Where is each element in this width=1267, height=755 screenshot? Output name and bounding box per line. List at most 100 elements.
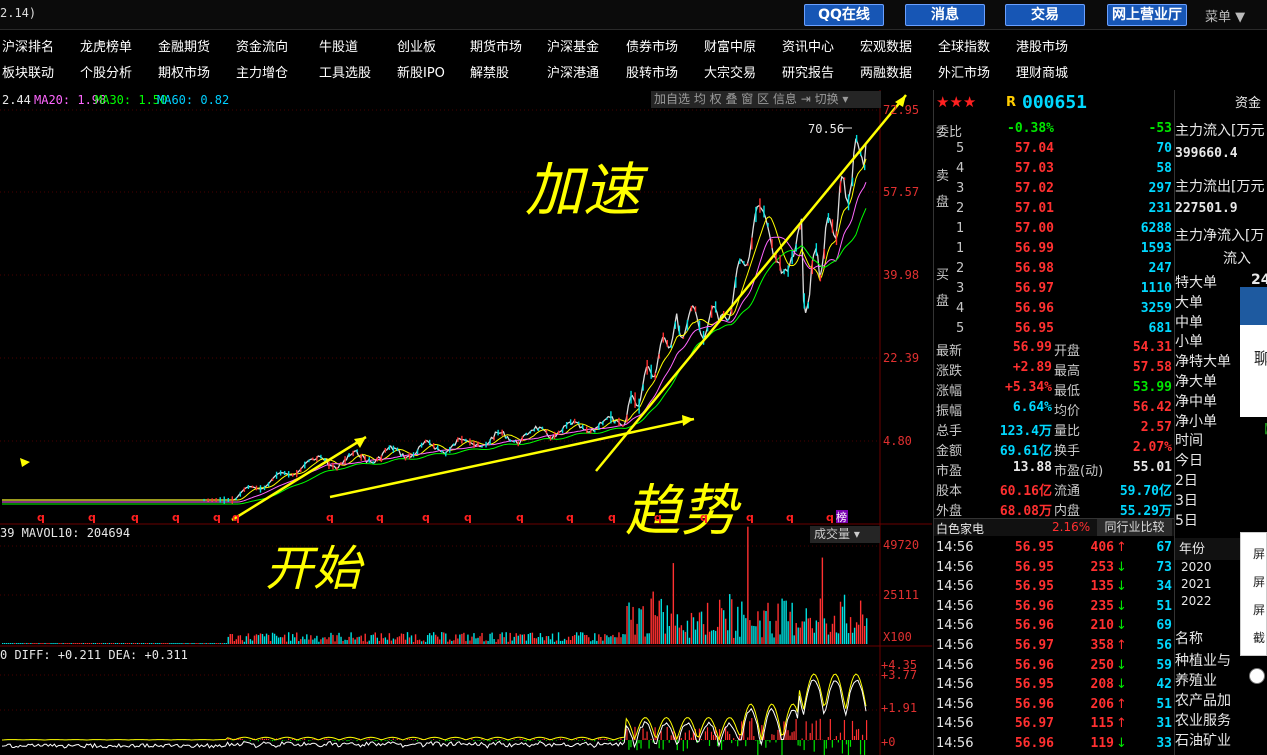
macd-bar xyxy=(608,740,610,741)
context-menu-item[interactable]: 截 xyxy=(1253,629,1265,646)
candle xyxy=(420,442,423,448)
event-marker[interactable]: q xyxy=(326,511,334,524)
event-marker[interactable]: q xyxy=(746,511,754,524)
volume-bar xyxy=(82,643,84,644)
event-marker[interactable]: q xyxy=(88,511,96,524)
macd-bar xyxy=(769,740,771,743)
volume-bar xyxy=(251,640,254,644)
sector-item[interactable]: 石油矿业 xyxy=(1175,730,1231,750)
sector-item[interactable]: 养殖业 xyxy=(1175,670,1217,690)
chart-toolbar[interactable]: 加自选 均 权 叠 窗 区 信息 ⇥ 切换 ▾ xyxy=(651,91,881,108)
volume-indicator-select[interactable]: 成交量 ▾ xyxy=(810,526,880,543)
nav-item[interactable]: 工具选股 xyxy=(319,62,371,81)
nav-item[interactable]: 期货市场 xyxy=(470,36,522,55)
trade-button[interactable]: 交易 xyxy=(1005,4,1085,26)
nav-item[interactable]: 股转市场 xyxy=(626,62,678,81)
volume-bar xyxy=(857,624,860,644)
nav-item[interactable]: 沪深港通 xyxy=(547,62,599,81)
event-marker[interactable]: q xyxy=(826,511,834,524)
nav-item[interactable]: 财富中原 xyxy=(704,36,756,55)
candle xyxy=(223,496,225,504)
year-item[interactable]: 2021 xyxy=(1181,577,1212,591)
event-marker[interactable]: q xyxy=(464,511,472,524)
nav-item[interactable]: 沪深基金 xyxy=(547,36,599,55)
nav-item[interactable]: 港股市场 xyxy=(1016,36,1068,55)
volume-bar xyxy=(449,639,451,644)
news-button[interactable]: 消息 xyxy=(905,4,985,26)
sector-item[interactable]: 农产品加 xyxy=(1175,690,1231,710)
nav-item[interactable]: 两融数据 xyxy=(860,62,912,81)
macd-bar xyxy=(392,738,394,740)
event-marker[interactable]: q xyxy=(516,511,524,524)
context-menu-item[interactable]: 屏 xyxy=(1253,601,1265,618)
nav-item[interactable]: 板块联动 xyxy=(2,62,54,81)
volume-bar xyxy=(863,625,866,644)
nav-item[interactable]: 资讯中心 xyxy=(782,36,834,55)
volume-bar xyxy=(799,627,801,644)
sector-item[interactable]: 种植业与 xyxy=(1175,650,1231,670)
nav-item[interactable]: 研究报告 xyxy=(782,62,834,81)
event-marker[interactable]: q xyxy=(566,511,574,524)
online-hall-button[interactable]: 网上营业厅 xyxy=(1107,4,1187,26)
sector-pct: 2.16% xyxy=(1052,520,1091,534)
nav-item[interactable]: 沪深排名 xyxy=(2,36,54,55)
event-marker[interactable]: q xyxy=(172,511,180,524)
candle xyxy=(279,470,282,476)
context-menu[interactable]: 屏屏屏截 xyxy=(1240,532,1267,656)
tick-cell: 59 xyxy=(1156,657,1172,673)
volume-bar xyxy=(821,557,824,644)
compare-button[interactable]: 同行业比较 xyxy=(1097,519,1172,536)
event-marker[interactable]: q xyxy=(213,511,221,524)
event-marker[interactable]: q xyxy=(232,511,240,524)
candle xyxy=(763,205,765,218)
event-marker[interactable]: q xyxy=(422,511,430,524)
event-marker[interactable]: q xyxy=(700,511,708,524)
nav-item[interactable]: 外汇市场 xyxy=(938,62,990,81)
macd-bar xyxy=(346,740,348,742)
context-menu-item[interactable]: 屏 xyxy=(1253,573,1265,590)
menu-dropdown[interactable]: 菜单 ▼ xyxy=(1205,6,1245,25)
stock-code[interactable]: 000651 xyxy=(1022,92,1087,113)
candle xyxy=(263,485,266,491)
year-item[interactable]: 2022 xyxy=(1181,594,1212,608)
nav-item[interactable]: 资金流向 xyxy=(236,36,288,55)
volume-bar xyxy=(765,611,767,644)
event-marker[interactable]: q xyxy=(608,511,616,524)
nav-item[interactable]: 理财商城 xyxy=(1016,62,1068,81)
smile-icon[interactable] xyxy=(1249,668,1265,684)
year-item[interactable]: 2020 xyxy=(1181,560,1212,574)
volume-bar xyxy=(221,643,223,644)
nav-item[interactable]: 创业板 xyxy=(397,36,436,55)
macd-bar xyxy=(338,740,340,742)
candle xyxy=(783,269,785,275)
nav-item[interactable]: 债券市场 xyxy=(626,36,678,55)
nav-item[interactable]: 宏观数据 xyxy=(860,36,912,55)
sector-name[interactable]: 白色家电 xyxy=(936,520,984,537)
nav-item[interactable]: 全球指数 xyxy=(938,36,990,55)
volume-bar xyxy=(68,643,70,644)
nav-item[interactable]: 金融期货 xyxy=(158,36,210,55)
event-marker[interactable]: q xyxy=(786,511,794,524)
volume-bar xyxy=(769,621,771,644)
nav-item[interactable]: 牛股道 xyxy=(319,36,358,55)
context-menu-item[interactable]: 屏 xyxy=(1253,545,1265,562)
qq-online-button[interactable]: QQ在线 xyxy=(804,4,884,26)
nav-item[interactable]: 期权市场 xyxy=(158,62,210,81)
candle xyxy=(320,454,322,459)
event-marker[interactable]: q xyxy=(654,511,662,524)
macd-bar xyxy=(781,740,783,755)
candle xyxy=(251,485,254,488)
event-marker[interactable]: q xyxy=(131,511,139,524)
nav-item[interactable]: 解禁股 xyxy=(470,62,509,81)
event-marker[interactable]: q xyxy=(37,511,45,524)
nav-item[interactable]: 主力增仓 xyxy=(236,62,288,81)
nav-item[interactable]: 个股分析 xyxy=(80,62,132,81)
candle xyxy=(332,462,334,470)
nav-item[interactable]: 新股IPO xyxy=(397,62,445,81)
candle xyxy=(545,429,548,434)
event-marker[interactable]: q xyxy=(376,511,384,524)
nav-item[interactable]: 龙虎榜单 xyxy=(80,36,132,55)
nav-item[interactable]: 大宗交易 xyxy=(704,62,756,81)
macd-bar xyxy=(430,740,433,741)
sector-item[interactable]: 农业服务 xyxy=(1175,710,1231,730)
